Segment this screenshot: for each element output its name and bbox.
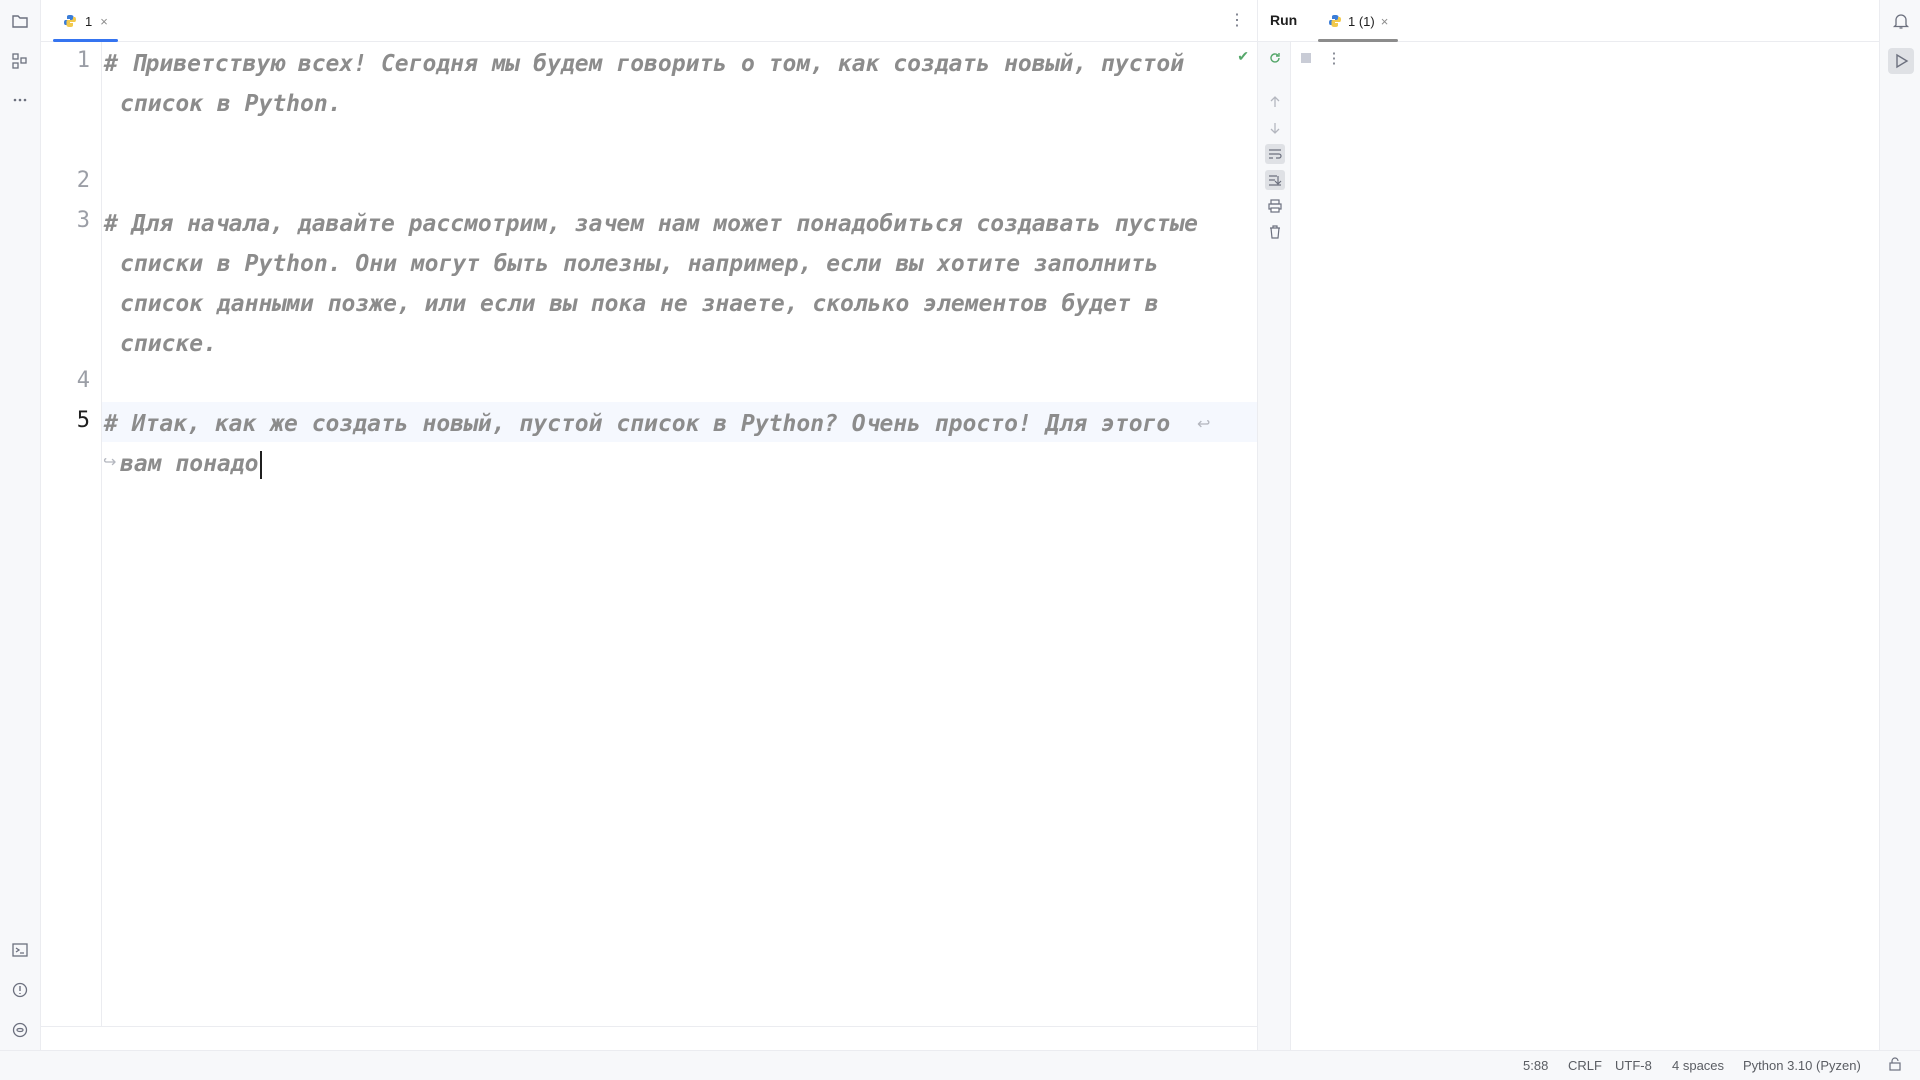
editor-horizontal-scrollbar[interactable] xyxy=(41,1026,1257,1050)
soft-wrap-toggle-icon[interactable] xyxy=(1265,144,1285,164)
project-folder-icon[interactable] xyxy=(8,9,32,33)
editor-tab-label: 1 xyxy=(85,13,93,29)
code-text-wrapped: вам понадо xyxy=(104,444,1234,484)
code-editor[interactable]: 1 2 3 4 5 ✔ # Приветствую всех! Сегодня … xyxy=(41,42,1257,1026)
indent-setting[interactable]: 4 spaces xyxy=(1672,1058,1724,1073)
code-line-5: # Итак, как же создать новый, пустой спи… xyxy=(104,404,1234,484)
line-number: 3 xyxy=(76,208,90,233)
line-number-current: 5 xyxy=(76,408,90,433)
line-separator[interactable]: CRLF xyxy=(1568,1058,1602,1073)
run-console-output[interactable] xyxy=(1292,76,1880,1050)
editor-tabs-menu-icon[interactable]: ⋮ xyxy=(1229,12,1245,30)
soft-wrap-start-icon: ↪ xyxy=(103,454,117,471)
structure-icon[interactable] xyxy=(8,49,32,73)
right-tool-strip xyxy=(1879,0,1920,1050)
run-options-menu-icon[interactable]: ⋮ xyxy=(1324,48,1344,68)
editor-tab-close-icon[interactable]: × xyxy=(100,14,108,29)
caret-position[interactable]: 5:88 xyxy=(1523,1058,1548,1073)
run-tab-indicator xyxy=(1318,39,1399,42)
line-number-gutter: 1 2 3 4 5 xyxy=(41,42,102,1026)
line-number: 4 xyxy=(76,368,90,393)
run-tab-1[interactable]: 1 (1) × xyxy=(1318,0,1399,42)
file-encoding[interactable]: UTF-8 xyxy=(1615,1058,1652,1073)
code-text: # Итак, как же создать новый, пустой спи… xyxy=(104,411,1171,437)
code-text-wrapped: список в Python. xyxy=(120,91,342,117)
rerun-icon[interactable] xyxy=(1265,48,1285,68)
text-caret xyxy=(260,450,263,479)
code-text: # Для начала, давайте рассмотрим, зачем … xyxy=(104,211,1198,237)
line-number: 1 xyxy=(76,48,90,73)
python-run-icon xyxy=(1329,15,1341,27)
ide-window: 1 × ⋮ 1 2 3 4 5 ✔ # Приветствую всех! Се… xyxy=(0,0,1920,1080)
terminal-icon[interactable] xyxy=(8,938,32,962)
run-tab-close-icon[interactable]: × xyxy=(1381,14,1389,29)
code-text: # Приветствую всех! Сегодня мы будем гов… xyxy=(104,51,1185,77)
code-text-wrapped: список данными позже, или если вы пока н… xyxy=(120,291,1159,317)
code-line-3: # Для начала, давайте рассмотрим, зачем … xyxy=(104,204,1234,364)
scroll-down-icon[interactable] xyxy=(1265,118,1285,138)
code-text-typed: вам понадо xyxy=(120,451,259,477)
run-tool-window: Run 1 (1) × ⋮ xyxy=(1257,0,1880,1050)
problems-icon[interactable] xyxy=(8,978,32,1002)
run-side-toolbar xyxy=(1258,42,1291,1050)
scroll-up-icon[interactable] xyxy=(1265,92,1285,112)
soft-wrap-end-icon: ↩ xyxy=(1197,416,1211,433)
run-tool-window-icon[interactable] xyxy=(1888,48,1914,74)
left-tool-strip xyxy=(0,0,41,1050)
status-bar: 5:88 CRLF UTF-8 4 spaces Python 3.10 (Py… xyxy=(0,1050,1920,1080)
code-line-1: # Приветствую всех! Сегодня мы будем гов… xyxy=(104,44,1234,124)
print-icon[interactable] xyxy=(1265,196,1285,216)
clear-output-trash-icon[interactable] xyxy=(1265,222,1285,242)
run-header: Run 1 (1) × xyxy=(1258,0,1880,42)
python-file-icon xyxy=(64,15,76,27)
stop-icon[interactable] xyxy=(1296,48,1316,68)
code-text-wrapped: списки в Python. Они могут быть полезны,… xyxy=(120,251,1159,277)
python-console-icon[interactable] xyxy=(8,1018,32,1042)
code-text-wrapped: списке. xyxy=(120,331,217,357)
run-panel-title: Run xyxy=(1270,12,1298,28)
read-only-lock-icon[interactable] xyxy=(1888,1057,1902,1074)
run-tab-label: 1 (1) xyxy=(1348,13,1375,29)
editor-tab-bar: 1 × ⋮ xyxy=(41,0,1257,42)
editor-tab-1[interactable]: 1 × xyxy=(53,0,118,42)
line-number: 2 xyxy=(76,168,90,193)
more-tools-icon[interactable] xyxy=(8,88,32,112)
notifications-bell-icon[interactable] xyxy=(1888,8,1914,34)
scroll-to-end-icon[interactable] xyxy=(1265,170,1285,190)
no-problems-check-icon[interactable]: ✔ xyxy=(1237,48,1249,65)
python-interpreter[interactable]: Python 3.10 (Pyzen) xyxy=(1743,1058,1861,1073)
